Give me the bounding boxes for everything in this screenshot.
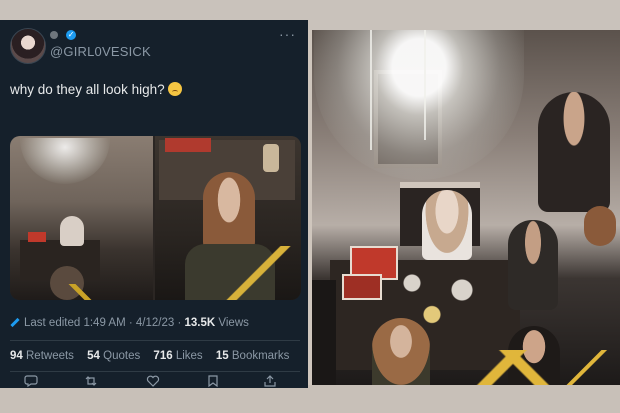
tweet-meta: Last edited 1:49 AM · 4/12/23 · 13.5K Vi… bbox=[10, 317, 249, 329]
verified-icon: ✓ bbox=[66, 30, 77, 41]
man-with-cap-shape bbox=[508, 220, 558, 310]
more-options-icon[interactable]: ··· bbox=[279, 26, 296, 42]
glass-shape bbox=[263, 144, 279, 172]
background-band-bottom bbox=[0, 385, 620, 413]
red-book-shape bbox=[28, 232, 46, 242]
stat-quotes[interactable]: 54 Quotes bbox=[87, 350, 140, 362]
tweet-media[interactable] bbox=[10, 136, 301, 300]
reply-icon[interactable] bbox=[24, 375, 38, 387]
tweet-date[interactable]: 4/12/23 bbox=[136, 317, 174, 329]
like-icon[interactable] bbox=[146, 375, 160, 387]
woman-in-white-shape bbox=[422, 190, 472, 260]
chandelier-shape bbox=[314, 30, 524, 180]
retweet-icon[interactable] bbox=[84, 375, 98, 387]
views-count: 13.5K bbox=[184, 317, 216, 329]
gold-railing-shape bbox=[562, 350, 620, 385]
avatar[interactable] bbox=[10, 28, 46, 64]
bookmark-icon[interactable] bbox=[206, 375, 220, 387]
crying-face-emoji-icon bbox=[167, 82, 182, 96]
views-label: Views bbox=[218, 317, 249, 329]
shadow-shape bbox=[312, 280, 336, 385]
person-shape bbox=[60, 216, 84, 246]
red-book-shape bbox=[342, 274, 382, 300]
media-image-left[interactable] bbox=[10, 136, 153, 300]
tweet-text: why do they all look high? bbox=[10, 82, 182, 97]
stat-likes[interactable]: 716 Likes bbox=[153, 350, 202, 362]
chandelier-shape bbox=[20, 138, 110, 184]
share-icon[interactable] bbox=[263, 375, 277, 387]
edited-label[interactable]: Last edited bbox=[24, 317, 80, 329]
account-badge-icon bbox=[50, 31, 58, 40]
edit-pencil-icon bbox=[10, 318, 20, 328]
restaurant-photo bbox=[312, 30, 620, 385]
laughing-woman-shape bbox=[203, 172, 255, 252]
tweet-text-content: why do they all look high? bbox=[10, 82, 165, 97]
divider bbox=[10, 340, 300, 341]
media-image-right[interactable] bbox=[155, 136, 301, 300]
divider bbox=[10, 371, 300, 372]
man-in-black-shape bbox=[538, 92, 610, 212]
stat-retweets[interactable]: 94 Retweets bbox=[10, 350, 74, 362]
gold-rail-shape bbox=[215, 246, 301, 300]
red-book-shape bbox=[165, 138, 211, 152]
tweet-actions bbox=[18, 375, 298, 388]
user-handle[interactable]: @GIRL0VESICK bbox=[50, 44, 151, 59]
tweet-stats: 94 Retweets 54 Quotes 716 Likes 15 Bookm… bbox=[10, 350, 289, 362]
chandelier-chain-shape bbox=[424, 30, 426, 140]
stat-bookmarks[interactable]: 15 Bookmarks bbox=[216, 350, 290, 362]
chandelier-chain-shape bbox=[370, 30, 372, 150]
header-icons: ✓ bbox=[50, 28, 77, 42]
gold-rail-shape bbox=[50, 284, 110, 300]
teddy-bear-shape bbox=[584, 206, 616, 246]
tweet-time[interactable]: 1:49 AM bbox=[83, 317, 125, 329]
tweet-card: ✓ @GIRL0VESICK ··· why do they all look … bbox=[0, 20, 308, 388]
